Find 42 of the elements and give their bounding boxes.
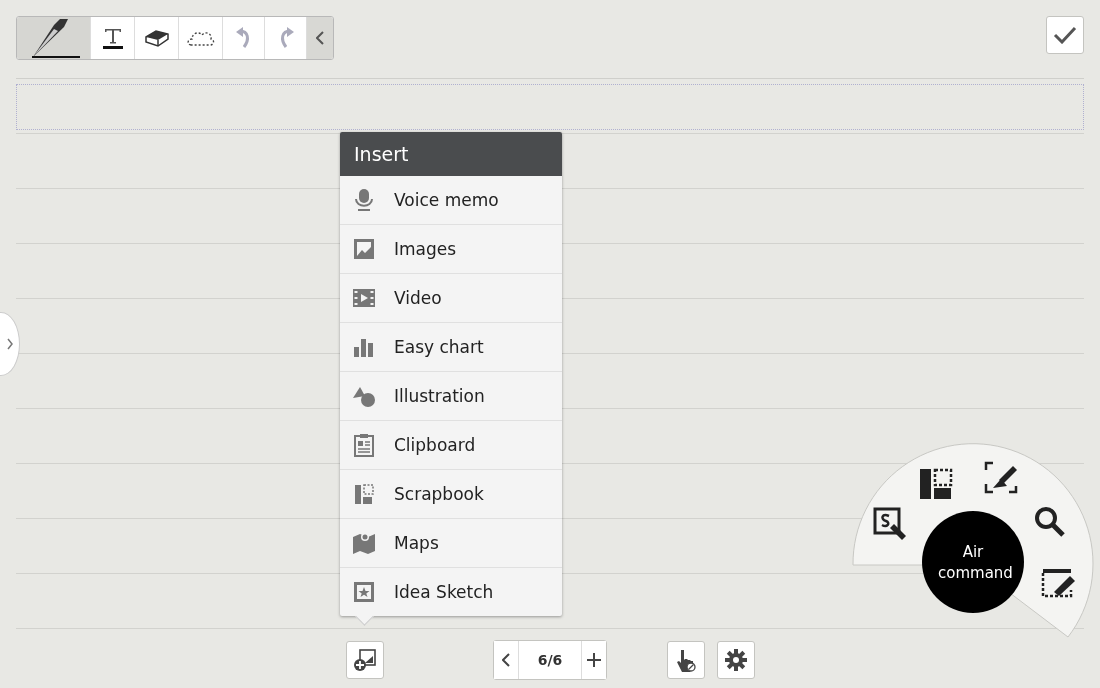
eraser-icon	[143, 28, 170, 48]
action-memo-icon[interactable]	[873, 507, 906, 540]
idea-icon	[352, 580, 376, 604]
air-command-button[interactable]	[922, 511, 1024, 613]
collapse-button[interactable]	[307, 17, 333, 59]
plus-icon	[587, 653, 601, 667]
insert-button[interactable]	[346, 641, 384, 679]
text-icon	[100, 26, 125, 50]
undo-icon	[235, 27, 252, 49]
chevron-left-icon	[316, 31, 324, 45]
menu-title: Insert	[340, 132, 562, 176]
maps-icon	[352, 531, 376, 555]
search-icon[interactable]	[1035, 507, 1065, 537]
hand-mode-button[interactable]	[667, 641, 705, 679]
menu-item[interactable]: Easy chart	[340, 323, 562, 372]
menu-item[interactable]: Idea Sketch	[340, 568, 562, 616]
menu-item[interactable]: Maps	[340, 519, 562, 568]
pen-tool-button[interactable]	[17, 17, 91, 59]
pen-window-icon[interactable]	[1041, 569, 1075, 598]
cloud-icon	[186, 29, 215, 47]
menu-item[interactable]: Illustration	[340, 372, 562, 421]
screen-write-icon[interactable]	[984, 461, 1018, 494]
menu-item[interactable]: Voice memo	[340, 176, 562, 225]
menu-item[interactable]: Clipboard	[340, 421, 562, 470]
menu-item[interactable]: Video	[340, 274, 562, 323]
settings-icon	[725, 649, 747, 671]
chevron-right-icon	[7, 338, 13, 350]
scrapbook-icon	[352, 482, 376, 506]
clipboard-icon	[352, 433, 376, 457]
done-button[interactable]	[1046, 16, 1084, 54]
settings-button[interactable]	[717, 641, 755, 679]
video-icon	[352, 286, 376, 310]
scrapbook-icon[interactable]	[920, 468, 953, 499]
checkmark-icon	[1053, 26, 1077, 44]
chevron-left-icon	[502, 653, 510, 667]
menu-item[interactable]: Scrapbook	[340, 470, 562, 519]
voice-icon	[352, 188, 376, 212]
menu-item[interactable]: Images	[340, 225, 562, 274]
image-icon	[352, 237, 376, 261]
insert-image-icon	[353, 648, 377, 672]
title-field[interactable]	[16, 84, 1084, 130]
hand-icon	[675, 648, 697, 672]
